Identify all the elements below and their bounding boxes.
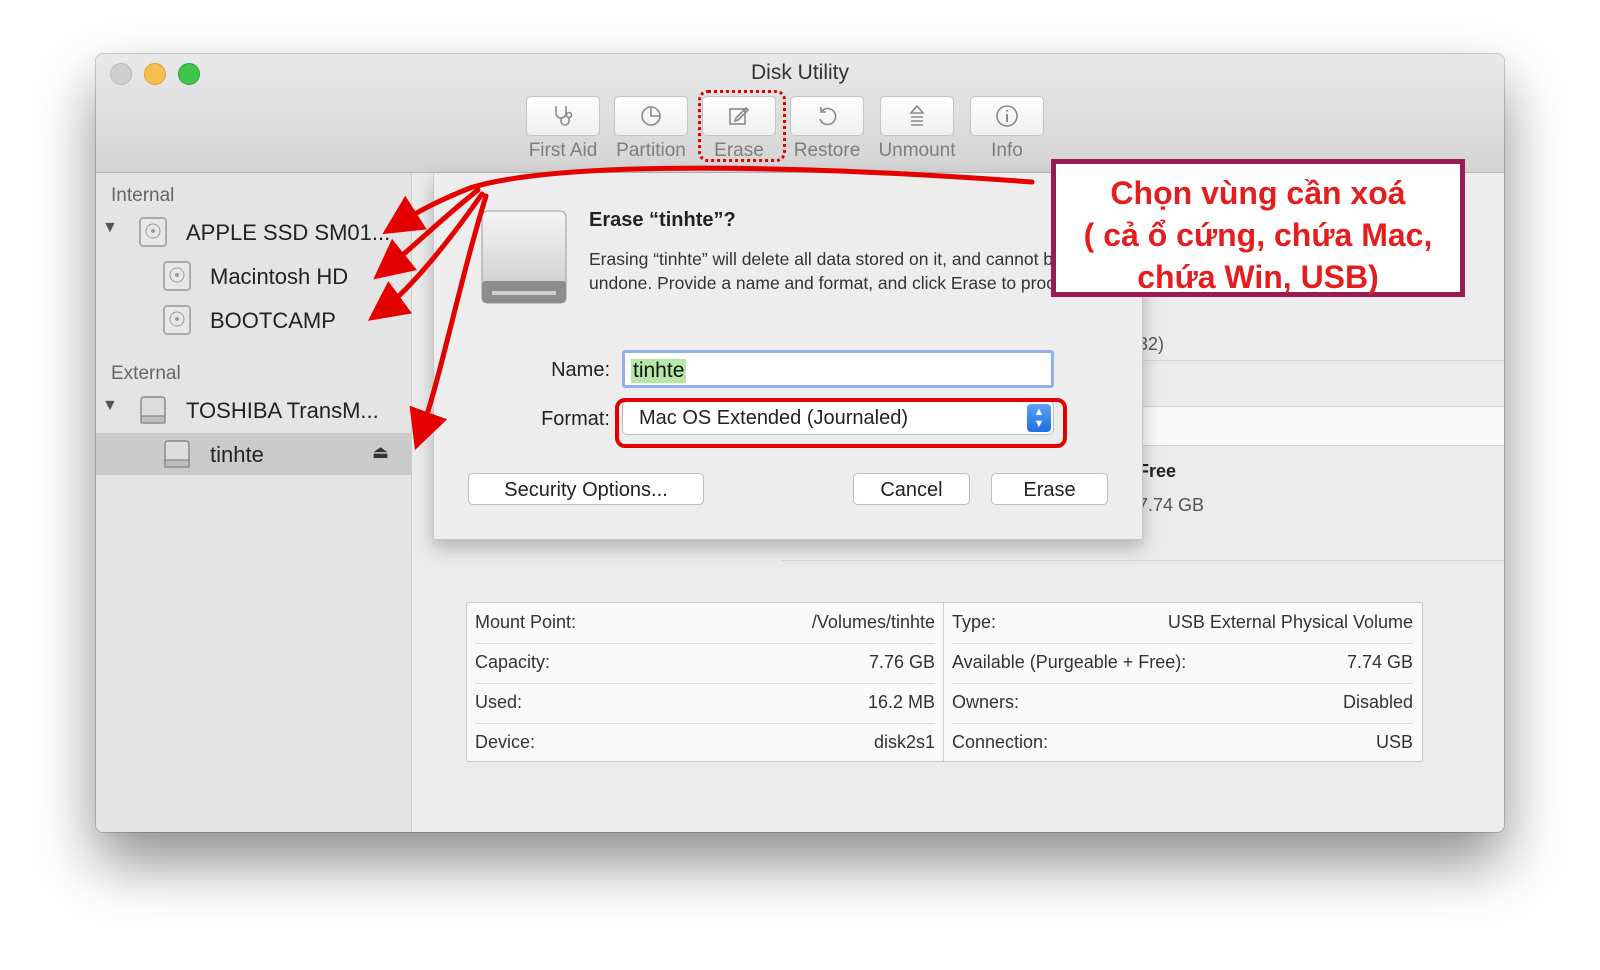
annotation-callout: Chọn vùng cần xoá ( cả ổ cứng, chứa Mac,… <box>1051 159 1465 297</box>
annotation-arrows <box>367 165 1035 451</box>
arrow-curve <box>467 165 1035 191</box>
arrow-to-bootcamp <box>367 191 485 321</box>
callout-line-3: chứa Win, USB) <box>1137 259 1379 295</box>
callout-line-2: ( cả ổ cứng, chứa Mac, <box>1083 217 1433 253</box>
callout-line-1: Chọn vùng cần xoá <box>1110 175 1406 211</box>
